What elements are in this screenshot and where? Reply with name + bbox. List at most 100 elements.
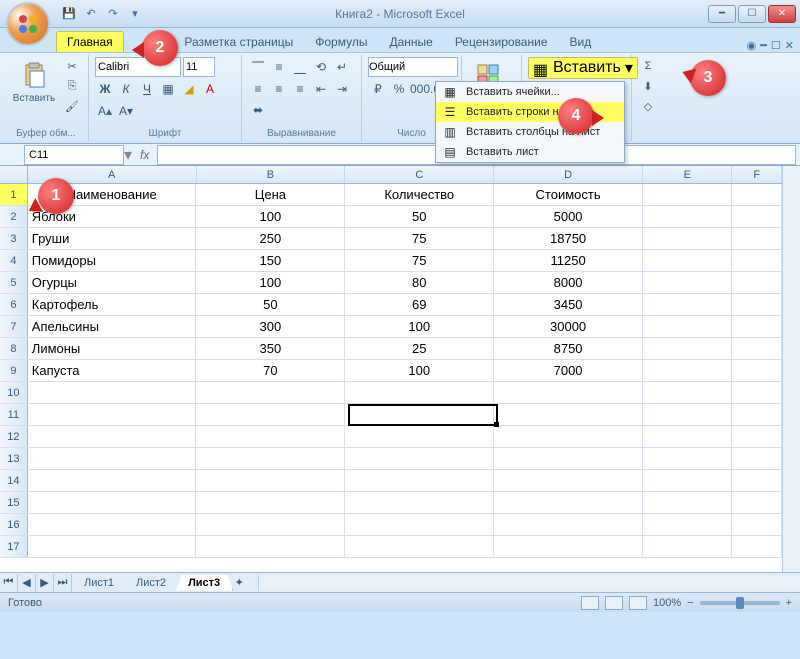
tab-view[interactable]: Вид xyxy=(560,32,602,52)
cell[interactable] xyxy=(345,426,494,447)
cell[interactable] xyxy=(732,536,782,557)
insert-cells-button[interactable]: ▦ Вставить ▾ xyxy=(528,57,638,79)
doc-close-icon[interactable]: ✕ xyxy=(785,39,794,52)
minimize-button[interactable]: ━ xyxy=(708,5,736,23)
copy-icon[interactable]: ⎘ xyxy=(62,77,82,95)
cell[interactable] xyxy=(732,206,782,227)
align-top-icon[interactable]: ⎺ xyxy=(248,57,268,77)
cut-icon[interactable]: ✂ xyxy=(62,57,82,75)
clear-icon[interactable]: ◇ xyxy=(638,97,658,115)
insert-cells-item[interactable]: ▦ Вставить ячейки... xyxy=(436,82,624,102)
cell[interactable] xyxy=(494,404,643,425)
horizontal-scrollbar[interactable] xyxy=(258,575,800,591)
cell[interactable]: Груши xyxy=(28,228,197,249)
orientation-icon[interactable]: ⟲ xyxy=(311,57,331,77)
cell[interactable] xyxy=(732,492,782,513)
cell[interactable] xyxy=(494,382,643,403)
row-header-16[interactable]: 16 xyxy=(0,514,28,535)
align-left-icon[interactable]: ≡ xyxy=(248,79,268,99)
cell[interactable]: Огурцы xyxy=(28,272,197,293)
select-all-corner[interactable] xyxy=(0,166,28,183)
cell[interactable] xyxy=(28,536,197,557)
row-header-17[interactable]: 17 xyxy=(0,536,28,557)
align-center-icon[interactable]: ≡ xyxy=(269,79,289,99)
cell[interactable] xyxy=(494,514,643,535)
cell[interactable] xyxy=(643,294,732,315)
cell[interactable] xyxy=(643,492,732,513)
col-header-C[interactable]: C xyxy=(345,166,494,183)
cell[interactable] xyxy=(196,514,345,535)
doc-restore-icon[interactable]: ☐ xyxy=(771,39,781,52)
tab-home[interactable]: Главная xyxy=(56,31,124,52)
sheet-nav-first-icon[interactable]: ⏮ xyxy=(0,574,18,592)
cell[interactable]: 100 xyxy=(196,272,345,293)
cell[interactable] xyxy=(643,250,732,271)
cell[interactable]: 100 xyxy=(345,316,494,337)
cell[interactable] xyxy=(494,470,643,491)
cell[interactable] xyxy=(732,382,782,403)
cell[interactable] xyxy=(494,448,643,469)
zoom-out-icon[interactable]: − xyxy=(687,597,693,609)
cell[interactable] xyxy=(28,514,197,535)
cell[interactable]: 18750 xyxy=(494,228,643,249)
cell[interactable] xyxy=(643,404,732,425)
row-header-11[interactable]: 11 xyxy=(0,404,28,425)
cell[interactable]: 50 xyxy=(196,294,345,315)
row-header-13[interactable]: 13 xyxy=(0,448,28,469)
cell[interactable]: 8000 xyxy=(494,272,643,293)
sheet-tab-1[interactable]: Лист1 xyxy=(72,575,127,591)
cell[interactable]: Помидоры xyxy=(28,250,197,271)
currency-icon[interactable]: ₽ xyxy=(368,79,388,99)
sheet-tab-3[interactable]: Лист3 xyxy=(176,575,233,591)
cell[interactable] xyxy=(643,448,732,469)
col-header-F[interactable]: F xyxy=(732,166,782,183)
cell[interactable] xyxy=(643,272,732,293)
row-header-2[interactable]: 2 xyxy=(0,206,28,227)
col-header-E[interactable]: E xyxy=(643,166,732,183)
cell[interactable]: 69 xyxy=(345,294,494,315)
zoom-slider[interactable] xyxy=(700,601,780,605)
office-button[interactable] xyxy=(6,2,50,46)
cell[interactable] xyxy=(28,470,197,491)
cell[interactable]: 11250 xyxy=(494,250,643,271)
cell[interactable]: 5000 xyxy=(494,206,643,227)
autosum-icon[interactable]: Σ xyxy=(638,57,658,75)
cell[interactable] xyxy=(345,470,494,491)
paste-button[interactable]: Вставить xyxy=(10,57,58,106)
cell[interactable]: Лимоны xyxy=(28,338,197,359)
cell[interactable] xyxy=(643,338,732,359)
cell[interactable] xyxy=(345,382,494,403)
tab-page-layout[interactable]: Разметка страницы xyxy=(174,32,303,52)
row-header-10[interactable]: 10 xyxy=(0,382,28,403)
cell[interactable] xyxy=(643,426,732,447)
increase-indent-icon[interactable]: ⇥ xyxy=(332,79,352,99)
cell[interactable] xyxy=(643,470,732,491)
underline-button[interactable]: Ч xyxy=(137,79,157,99)
cell[interactable] xyxy=(196,382,345,403)
cell[interactable] xyxy=(732,250,782,271)
maximize-button[interactable]: ☐ xyxy=(738,5,766,23)
cell[interactable] xyxy=(345,448,494,469)
cell[interactable]: 250 xyxy=(196,228,345,249)
row-header-1[interactable]: 1 xyxy=(0,184,28,205)
row-header-8[interactable]: 8 xyxy=(0,338,28,359)
view-normal-icon[interactable] xyxy=(581,596,599,610)
cell[interactable] xyxy=(732,294,782,315)
row-header-6[interactable]: 6 xyxy=(0,294,28,315)
font-size-select[interactable] xyxy=(183,57,215,77)
cell[interactable]: 70 xyxy=(196,360,345,381)
wrap-text-icon[interactable]: ↵ xyxy=(332,57,352,77)
cell[interactable] xyxy=(196,536,345,557)
cell[interactable]: Картофель xyxy=(28,294,197,315)
cell[interactable] xyxy=(643,536,732,557)
name-box[interactable]: C11 xyxy=(24,145,124,165)
comma-icon[interactable]: 000 xyxy=(410,79,430,99)
tab-review[interactable]: Рецензирование xyxy=(445,32,558,52)
cell[interactable]: 75 xyxy=(345,228,494,249)
row-header-12[interactable]: 12 xyxy=(0,426,28,447)
cell[interactable]: 80 xyxy=(345,272,494,293)
cell[interactable] xyxy=(732,316,782,337)
cell[interactable] xyxy=(643,184,732,205)
cell[interactable]: Капуста xyxy=(28,360,197,381)
decrease-font-icon[interactable]: A▾ xyxy=(116,101,136,121)
